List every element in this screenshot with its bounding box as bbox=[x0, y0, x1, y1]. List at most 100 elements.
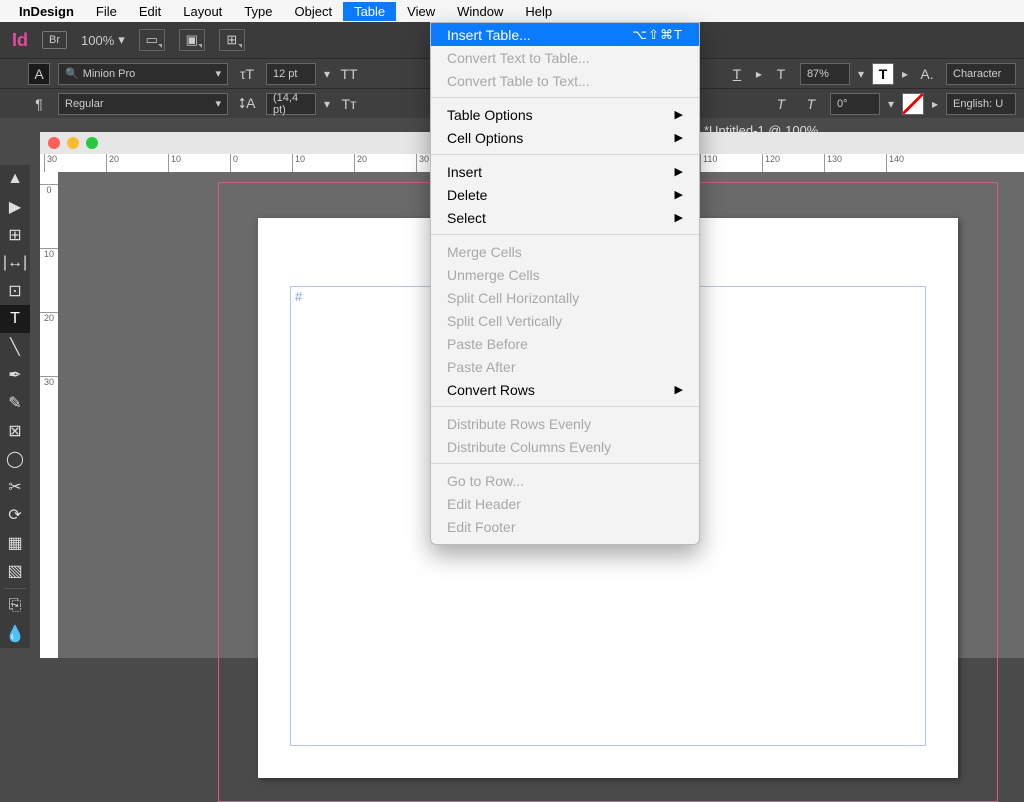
tools-panel: ▲ ▶ ⊞ |↔| ⊡ T ╲ ✒ ✎ ⊠ ◯ ✂ ⟳ ▦ ▧ ⎘ 💧 bbox=[0, 165, 30, 648]
font-size-icon: τT bbox=[236, 63, 258, 85]
menu-item-split-cell-horizontally: Split Cell Horizontally bbox=[431, 286, 699, 309]
horizontal-scale-icon: T bbox=[770, 63, 792, 85]
ruler-tick: 30 bbox=[44, 154, 57, 172]
menu-item-paste-after: Paste After bbox=[431, 355, 699, 378]
ruler-tick: 120 bbox=[762, 154, 780, 172]
gradient-feather-tool-icon[interactable]: ▧ bbox=[0, 557, 30, 585]
macos-menubar: InDesign FileEditLayoutTypeObjectTableVi… bbox=[0, 0, 1024, 22]
all-caps-icon[interactable]: TT bbox=[338, 63, 360, 85]
type-tool-icon[interactable]: T bbox=[0, 305, 30, 333]
menu-item-insert-table[interactable]: Insert Table...⌥⇧⌘T bbox=[431, 23, 699, 46]
menu-item-delete[interactable]: Delete▶ bbox=[431, 183, 699, 206]
paragraph-format-icon[interactable]: ¶ bbox=[28, 93, 50, 115]
menu-object[interactable]: Object bbox=[284, 2, 344, 21]
menu-item-merge-cells: Merge Cells bbox=[431, 240, 699, 263]
free-transform-tool-icon[interactable]: ⟳ bbox=[0, 501, 30, 529]
ruler-tick: 130 bbox=[824, 154, 842, 172]
text-cursor-mark: # bbox=[295, 289, 302, 304]
submenu-arrow-icon: ▶ bbox=[675, 383, 683, 396]
ruler-tick: 10 bbox=[168, 154, 181, 172]
menu-table[interactable]: Table bbox=[343, 2, 396, 21]
scissors-tool-icon[interactable]: ✂ bbox=[0, 473, 30, 501]
font-family-field[interactable]: 🔍Minion Pro▾ bbox=[58, 63, 228, 85]
direct-selection-tool-icon[interactable]: ▶ bbox=[0, 193, 30, 221]
ruler-tick: 20 bbox=[106, 154, 119, 172]
ruler-tick: 0 bbox=[40, 184, 58, 195]
horizontal-scale-field[interactable]: 87% bbox=[800, 63, 850, 85]
menu-layout[interactable]: Layout bbox=[172, 2, 233, 21]
close-window-icon[interactable] bbox=[48, 137, 60, 149]
character-format-icon[interactable]: A bbox=[28, 63, 50, 85]
ruler-tick: 110 bbox=[700, 154, 717, 172]
screen-mode-icon[interactable]: ▣ bbox=[179, 29, 205, 51]
menu-item-insert[interactable]: Insert▶ bbox=[431, 160, 699, 183]
content-collector-icon[interactable]: ⊡ bbox=[0, 277, 30, 305]
menu-item-convert-text-to-table: Convert Text to Table... bbox=[431, 46, 699, 69]
table-menu-dropdown: Insert Table...⌥⇧⌘TConvert Text to Table… bbox=[430, 22, 700, 545]
character-panel-field[interactable]: Character bbox=[946, 63, 1016, 85]
font-size-field[interactable]: 12 pt bbox=[266, 63, 316, 85]
menu-item-convert-rows[interactable]: Convert Rows▶ bbox=[431, 378, 699, 401]
submenu-arrow-icon: ▶ bbox=[675, 188, 683, 201]
gradient-swatch-tool-icon[interactable]: ▦ bbox=[0, 529, 30, 557]
submenu-arrow-icon: ▶ bbox=[675, 211, 683, 224]
menu-edit[interactable]: Edit bbox=[128, 2, 172, 21]
menu-item-cell-options[interactable]: Cell Options▶ bbox=[431, 126, 699, 149]
menu-item-distribute-columns-evenly: Distribute Columns Evenly bbox=[431, 435, 699, 458]
menu-item-edit-footer: Edit Footer bbox=[431, 515, 699, 538]
view-options-icon[interactable]: ▭ bbox=[139, 29, 165, 51]
language-field[interactable]: English: U bbox=[946, 93, 1016, 115]
note-tool-icon[interactable]: ⎘ bbox=[0, 592, 30, 620]
menu-file[interactable]: File bbox=[85, 2, 128, 21]
submenu-arrow-icon: ▶ bbox=[675, 165, 683, 178]
selection-tool-icon[interactable]: ▲ bbox=[0, 165, 30, 193]
rotation-icon: T bbox=[800, 93, 822, 115]
app-menu[interactable]: InDesign bbox=[8, 2, 85, 21]
menu-type[interactable]: Type bbox=[233, 2, 283, 21]
bridge-icon[interactable]: Br bbox=[42, 31, 67, 49]
ruler-tick: 30 bbox=[416, 154, 429, 172]
menu-item-distribute-rows-evenly: Distribute Rows Evenly bbox=[431, 412, 699, 435]
menu-item-edit-header: Edit Header bbox=[431, 492, 699, 515]
no-fill-icon[interactable] bbox=[902, 93, 924, 115]
font-style-field[interactable]: Regular▾ bbox=[58, 93, 228, 115]
ruler-tick: 20 bbox=[40, 312, 58, 323]
gap-tool-icon[interactable]: |↔| bbox=[0, 249, 30, 277]
menu-view[interactable]: View bbox=[396, 2, 446, 21]
vertical-ruler[interactable]: 0102030 bbox=[40, 172, 58, 658]
menu-item-table-options[interactable]: Table Options▶ bbox=[431, 103, 699, 126]
minimize-window-icon[interactable] bbox=[67, 137, 79, 149]
ellipse-tool-icon[interactable]: ◯ bbox=[0, 445, 30, 473]
rotation-field[interactable]: 0° bbox=[830, 93, 880, 115]
menu-item-go-to-row: Go to Row... bbox=[431, 469, 699, 492]
type-tool-t-icon[interactable]: T bbox=[726, 63, 748, 85]
menu-item-paste-before: Paste Before bbox=[431, 332, 699, 355]
rectangle-frame-tool-icon[interactable]: ⊠ bbox=[0, 417, 30, 445]
zoom-window-icon[interactable] bbox=[86, 137, 98, 149]
menu-help[interactable]: Help bbox=[514, 2, 563, 21]
menu-item-convert-table-to-text: Convert Table to Text... bbox=[431, 69, 699, 92]
ruler-tick: 10 bbox=[40, 248, 58, 259]
indesign-logo-icon: Id bbox=[12, 30, 28, 51]
bold-t-icon[interactable]: T bbox=[872, 63, 894, 85]
menu-item-split-cell-vertically: Split Cell Vertically bbox=[431, 309, 699, 332]
small-caps-icon[interactable]: Tт bbox=[338, 93, 360, 115]
ruler-tick: 10 bbox=[292, 154, 305, 172]
ruler-tick: 140 bbox=[886, 154, 904, 172]
menu-window[interactable]: Window bbox=[446, 2, 514, 21]
submenu-arrow-icon: ▶ bbox=[675, 108, 683, 121]
leading-icon: ⭥A bbox=[236, 93, 258, 115]
italic-t-icon[interactable]: T bbox=[770, 93, 792, 115]
line-tool-icon[interactable]: ╲ bbox=[0, 333, 30, 361]
pen-tool-icon[interactable]: ✒ bbox=[0, 361, 30, 389]
leading-field[interactable]: (14,4 pt) bbox=[266, 93, 316, 115]
shortcut-label: ⌥⇧⌘T bbox=[632, 27, 683, 43]
page-tool-icon[interactable]: ⊞ bbox=[0, 221, 30, 249]
zoom-level[interactable]: 100% ▾ bbox=[81, 32, 125, 48]
ruler-tick: 20 bbox=[354, 154, 367, 172]
pencil-tool-icon[interactable]: ✎ bbox=[0, 389, 30, 417]
arrange-icon[interactable]: ⊞ bbox=[219, 29, 245, 51]
eyedropper-tool-icon[interactable]: 💧 bbox=[0, 620, 30, 648]
ruler-tick: 0 bbox=[230, 154, 238, 172]
menu-item-select[interactable]: Select▶ bbox=[431, 206, 699, 229]
